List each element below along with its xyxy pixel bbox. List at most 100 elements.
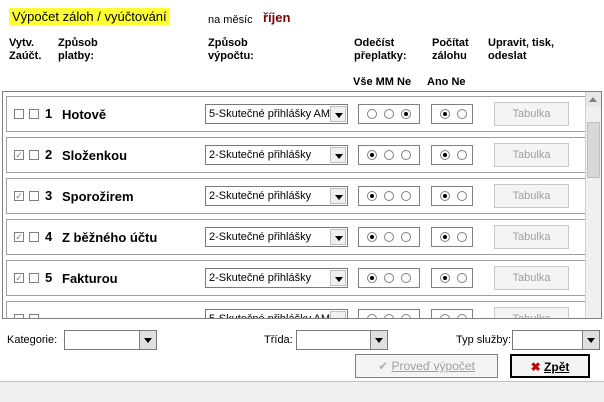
back-button[interactable]: ✖ Zpět	[510, 354, 590, 378]
row-number: 3	[45, 188, 53, 203]
kategorie-combo[interactable]	[64, 330, 157, 350]
chevron-down-icon[interactable]	[330, 229, 346, 245]
vertical-scrollbar[interactable]	[585, 92, 601, 318]
pocitat-radio-group	[431, 309, 473, 318]
pocitat-ne-radio[interactable]	[457, 109, 467, 119]
calculation-method-select[interactable]: 5-Skutečné přihlášky AM	[205, 309, 348, 318]
calculation-method-select[interactable]: 2-Skutečné přihlášky	[205, 268, 348, 288]
table-button[interactable]: Tabulka	[494, 307, 569, 318]
chevron-down-icon[interactable]	[582, 331, 599, 349]
odecist-ne-radio[interactable]	[401, 191, 411, 201]
odecist-mm-radio[interactable]	[384, 109, 394, 119]
calculation-method-select[interactable]: 2-Skutečné přihlášky	[205, 186, 348, 206]
table-button[interactable]: Tabulka	[494, 225, 569, 249]
column-header-odecist: Odečíst přeplatky:	[354, 37, 407, 63]
row-number: 5	[45, 270, 53, 285]
column-header-zpusob-vypoctu: Způsob výpočtu:	[208, 37, 254, 63]
pocitat-ne-radio[interactable]	[457, 314, 467, 318]
close-icon: ✖	[530, 360, 541, 374]
pocitat-ne-radio[interactable]	[457, 232, 467, 242]
chevron-down-icon[interactable]	[330, 270, 346, 286]
calculation-method-select[interactable]: 2-Skutečné přihlášky	[205, 227, 348, 247]
odecist-ne-radio[interactable]	[401, 273, 411, 283]
zauct-checkbox[interactable]	[29, 314, 39, 318]
table-row: ✓ 4 Z běžného účtu 2-Skutečné přihlášky Tabu…	[6, 219, 588, 255]
pocitat-ano-radio[interactable]	[440, 232, 450, 242]
odecist-vse-radio[interactable]	[367, 232, 377, 242]
zauct-checkbox[interactable]	[29, 232, 39, 242]
odecist-mm-radio[interactable]	[384, 191, 394, 201]
vytv-checkbox[interactable]: ✓	[14, 191, 24, 201]
vytv-checkbox[interactable]: ✓	[14, 232, 24, 242]
odecist-mm-radio[interactable]	[384, 150, 394, 160]
chevron-down-icon[interactable]	[330, 147, 346, 163]
vytv-checkbox[interactable]: ✓	[14, 150, 24, 160]
vytv-checkbox[interactable]	[14, 314, 24, 318]
pocitat-ne-radio[interactable]	[457, 191, 467, 201]
odecist-radio-group	[358, 186, 420, 206]
pocitat-ne-radio[interactable]	[457, 150, 467, 160]
chevron-down-icon[interactable]	[330, 106, 346, 122]
window-title: Výpočet záloh / vyúčtování	[9, 8, 170, 25]
typ-sluzby-label: Typ služby:	[456, 334, 512, 346]
pocitat-radio-group	[431, 227, 473, 247]
zpusob-platby-line1: Způsob	[58, 37, 98, 49]
chevron-down-icon[interactable]	[330, 188, 346, 204]
payment-method-name: Hotově	[62, 107, 107, 122]
pocitat-ano-radio[interactable]	[440, 273, 450, 283]
chevron-down-icon[interactable]	[370, 331, 387, 349]
pocitat-ne-radio[interactable]	[457, 273, 467, 283]
odecist-vse-radio[interactable]	[367, 150, 377, 160]
zauct-checkbox[interactable]	[29, 109, 39, 119]
chevron-down-icon[interactable]	[139, 331, 156, 349]
chevron-down-icon[interactable]	[330, 311, 346, 318]
calculate-button-label: Proveď výpočet	[391, 359, 475, 373]
zpusob-vypoctu-line1: Způsob	[208, 37, 248, 49]
calculation-method-value: 2-Skutečné přihlášky	[209, 272, 312, 284]
table-button[interactable]: Tabulka	[494, 143, 569, 167]
zauct-checkbox[interactable]	[29, 273, 39, 283]
calculation-method-select[interactable]: 2-Skutečné přihlášky	[205, 145, 348, 165]
zauct-checkbox[interactable]	[29, 191, 39, 201]
zauct-checkbox[interactable]	[29, 150, 39, 160]
odecist-mm-radio[interactable]	[384, 232, 394, 242]
odecist-ne-radio[interactable]	[401, 109, 411, 119]
vytv-checkbox[interactable]	[14, 109, 24, 119]
table-row: 1 Hotově 5-Skutečné přihlášky AM Tabulka	[6, 96, 588, 132]
status-bar	[0, 381, 604, 402]
odecist-ne-radio[interactable]	[401, 150, 411, 160]
pocitat-ano-radio[interactable]	[440, 191, 450, 201]
odecist-vse-radio[interactable]	[367, 109, 377, 119]
table-button[interactable]: Tabulka	[494, 266, 569, 290]
calculation-method-value: 2-Skutečné přihlášky	[209, 231, 312, 243]
pocitat-ano-radio[interactable]	[440, 109, 450, 119]
pocitat-ano-radio[interactable]	[440, 314, 450, 318]
scroll-thumb[interactable]	[587, 122, 600, 178]
table-button[interactable]: Tabulka	[494, 184, 569, 208]
pocitat-radio-group	[431, 145, 473, 165]
odecist-ne-radio[interactable]	[401, 314, 411, 318]
odecist-radio-group	[358, 104, 420, 124]
odecist-mm-radio[interactable]	[384, 273, 394, 283]
odecist-vse-radio[interactable]	[367, 191, 377, 201]
vytv-checkbox[interactable]: ✓	[14, 273, 24, 283]
pocitat-ano-radio[interactable]	[440, 150, 450, 160]
upravit-line2: odeslat	[488, 50, 527, 62]
odecist-vse-radio[interactable]	[367, 314, 377, 318]
scroll-up-icon[interactable]	[586, 92, 601, 107]
typ-sluzby-combo[interactable]	[512, 330, 600, 350]
trida-combo[interactable]	[296, 330, 388, 350]
payment-method-name: Sporožirem	[62, 189, 134, 204]
odecist-radio-group	[358, 268, 420, 288]
table-button[interactable]: Tabulka	[494, 102, 569, 126]
odecist-ne-radio[interactable]	[401, 232, 411, 242]
zpusob-platby-line2: platby:	[58, 50, 95, 62]
calculate-button[interactable]: ✔ Proveď výpočet	[355, 354, 498, 378]
calculation-method-select[interactable]: 5-Skutečné přihlášky AM	[205, 104, 348, 124]
odecist-mm-radio[interactable]	[384, 314, 394, 318]
payment-method-name: Fakturou	[62, 271, 118, 286]
pocitat-radio-group	[431, 104, 473, 124]
pocitat-subheader: Ano Ne	[427, 76, 466, 88]
odecist-vse-radio[interactable]	[367, 273, 377, 283]
month-value: říjen	[263, 10, 291, 25]
